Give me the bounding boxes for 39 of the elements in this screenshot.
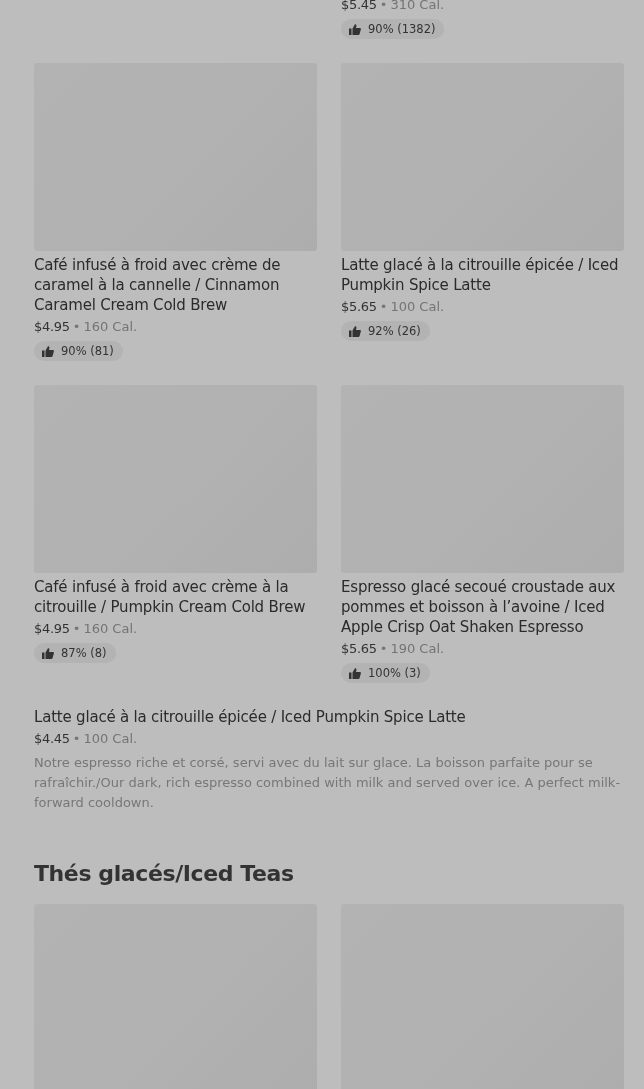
calories: 160 Cal. — [83, 620, 138, 638]
price: $5.65 — [341, 640, 377, 658]
calories: 190 Cal. — [390, 640, 445, 658]
item-title: Café infusé à froid avec crème de caramel à la cannelle / Cinnamon Caramel Cream Cold Brew — [34, 255, 282, 315]
price: $5.65 — [341, 298, 377, 316]
thumbs-up-icon — [42, 647, 54, 659]
item-title: Espresso glacé secoué croustade aux pommes et boisson à l’avoine / Iced Apple Crisp Oat Shaken Espresso — [341, 577, 617, 637]
price: $4.95 — [34, 620, 70, 638]
calories: 100 Cal. — [390, 298, 445, 316]
menu-item-card[interactable]: Café infusé à froid avec crème à la citrouille / Pumpkin Cream Cold Brew $4.95 • 160 Cal. 87% (8) — [34, 385, 317, 683]
item-title: Latte glacé à la citrouille épicée / Iced Pumpkin Spice Latte — [341, 255, 620, 295]
calories: 160 Cal. — [83, 318, 138, 336]
thumbs-up-icon — [349, 325, 361, 337]
rating-text: 87% (8) — [61, 646, 107, 660]
price: $5.45 — [341, 0, 377, 14]
thumbs-up-icon — [349, 667, 361, 679]
section-heading: Thés glacés/Iced Teas — [34, 861, 295, 886]
price: $4.45 — [34, 730, 70, 748]
separator-dot: • — [72, 318, 81, 336]
rating-text: 90% (81) — [61, 344, 114, 358]
separator-dot: • — [379, 298, 388, 316]
menu-item-card[interactable]: Latte glacé à la citrouille épicée / Iced Pumpkin Spice Latte $5.65 • 100 Cal. 92% (26) — [341, 63, 624, 361]
separator-dot: • — [379, 0, 388, 14]
menu-item-card[interactable]: Café infusé à froid avec crème de caramel à la cannelle / Cinnamon Caramel Cream Cold Brew $4.95 • 160 Cal. 90% (81) — [34, 63, 317, 361]
rating-text: 90% (1382) — [368, 22, 436, 36]
item-description: Notre espresso riche et corsé, servi avec du lait sur glace. La boisson parfaite pour se rafraîchir./Our dark, rich espresso combined with milk and served over ice. A perfect milk-forward cooldown. — [34, 754, 622, 812]
price: $4.95 — [34, 318, 70, 336]
item-title: Latte glacé à la citrouille épicée / Iced Pumpkin Spice Latte — [34, 707, 466, 727]
separator-dot: • — [379, 640, 388, 658]
thumbs-up-icon — [349, 23, 361, 35]
menu-item-card[interactable]: Espresso glacé secoué croustade aux pommes et boisson à l’avoine / Iced Apple Crisp Oat Shaken Espresso $5.65 • 190 Cal. 100% (3) — [341, 385, 624, 683]
separator-dot: • — [72, 730, 81, 748]
thumbs-up-icon — [42, 345, 54, 357]
calories: 100 Cal. — [83, 730, 138, 748]
rating-text: 100% (3) — [368, 666, 421, 680]
separator-dot: • — [72, 620, 81, 638]
rating-text: 92% (26) — [368, 324, 421, 338]
item-title: Café infusé à froid avec crème à la citrouille / Pumpkin Cream Cold Brew — [34, 577, 307, 617]
calories: 310 Cal. — [390, 0, 445, 14]
